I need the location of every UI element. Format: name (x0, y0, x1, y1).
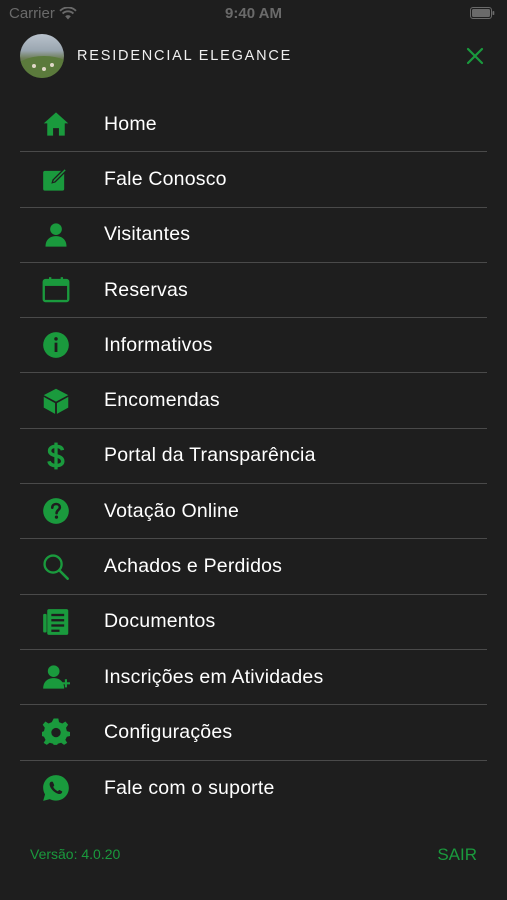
menu-item-documentos[interactable]: Documentos (20, 595, 487, 650)
package-icon (41, 386, 71, 416)
person-add-icon (41, 662, 71, 692)
menu-item-home[interactable]: Home (20, 97, 487, 153)
menu-item-reservas[interactable]: Reservas (20, 263, 487, 319)
info-icon (41, 330, 71, 360)
person-icon (41, 220, 71, 250)
status-bar: Carrier 9:40 AM (0, 0, 507, 28)
menu-item-label: Home (104, 112, 157, 135)
menu-item-votacao-online[interactable]: Votação Online (20, 484, 487, 540)
menu-item-visitantes[interactable]: Visitantes (20, 208, 487, 263)
avatar (20, 34, 64, 78)
menu-item-label: Informativos (104, 333, 213, 356)
menu-item-fale-suporte[interactable]: Fale com o suporte (20, 761, 487, 816)
menu-item-encomendas[interactable]: Encomendas (20, 373, 487, 429)
menu-item-fale-conosco[interactable]: Fale Conosco (20, 152, 487, 208)
menu-item-label: Inscrições em Atividades (104, 665, 324, 688)
menu-item-achados-perdidos[interactable]: Achados e Perdidos (20, 539, 487, 595)
calendar-icon (41, 275, 71, 305)
app-version: Versão: 4.0.20 (30, 846, 121, 862)
gear-icon (41, 717, 71, 747)
menu-item-label: Configurações (104, 720, 233, 743)
menu-item-label: Fale Conosco (104, 167, 227, 190)
menu-item-label: Fale com o suporte (104, 776, 275, 799)
dollar-icon (41, 441, 71, 471)
edit-icon (41, 164, 71, 194)
search-icon (41, 552, 71, 582)
menu-item-label: Encomendas (104, 389, 220, 412)
battery-icon (470, 7, 495, 19)
menu-item-label: Votação Online (104, 499, 240, 522)
menu-item-portal-transparencia[interactable]: Portal da Transparência (20, 429, 487, 485)
condo-name: RESIDENCIAL ELEGANCE (77, 48, 293, 64)
menu-item-label: Documentos (104, 610, 216, 633)
whatsapp-icon (41, 773, 71, 803)
document-icon (41, 607, 71, 637)
menu-item-label: Achados e Perdidos (104, 555, 283, 578)
menu-item-configuracoes[interactable]: Configurações (20, 705, 487, 761)
menu-item-informativos[interactable]: Informativos (20, 318, 487, 374)
status-time: 9:40 AM (225, 5, 282, 22)
drawer-header: RESIDENCIAL ELEGANCE (20, 34, 487, 78)
menu-item-inscricoes-atividades[interactable]: Inscrições em Atividades (20, 650, 487, 706)
close-icon[interactable] (465, 46, 485, 66)
home-icon (41, 109, 71, 139)
menu-item-label: Reservas (104, 278, 188, 301)
question-icon (41, 496, 71, 526)
menu-item-label: Portal da Transparência (104, 444, 316, 467)
logout-button[interactable]: SAIR (437, 845, 477, 865)
menu-item-label: Visitantes (104, 223, 191, 246)
drawer-menu: Home Fale Conosco Visitantes Reservas In… (20, 97, 487, 816)
